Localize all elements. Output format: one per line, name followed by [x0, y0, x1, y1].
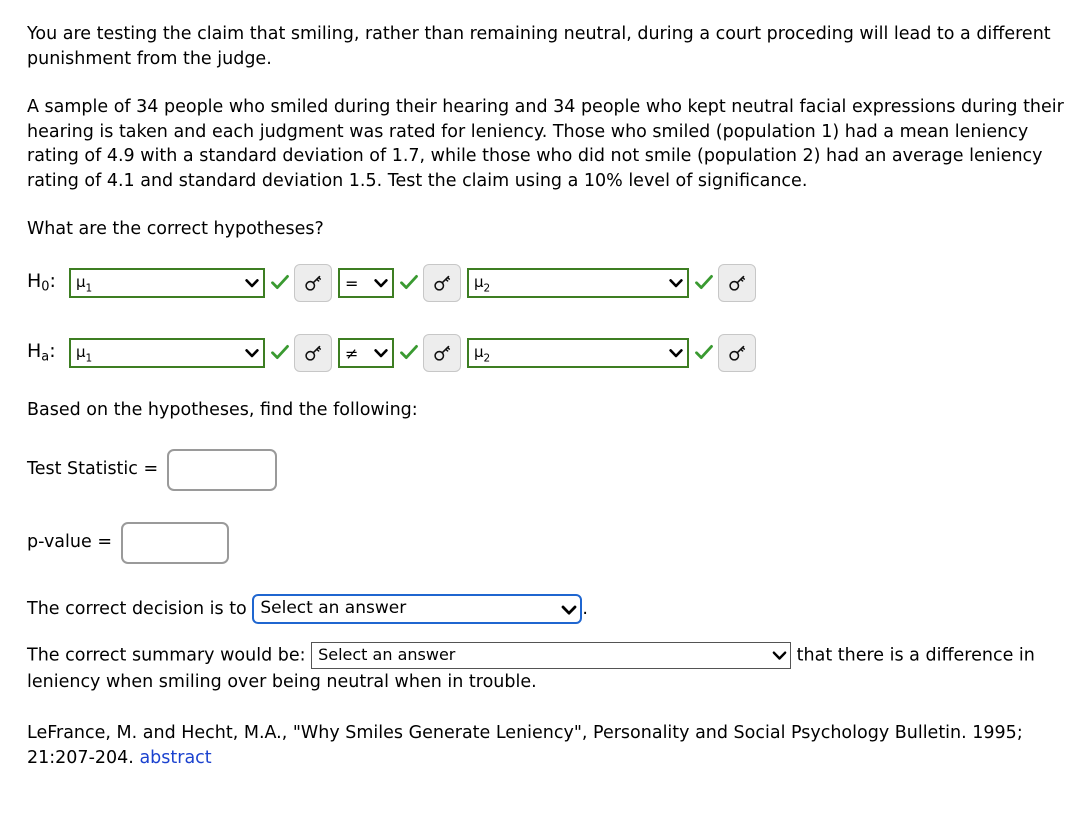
key-icon-button-6[interactable] — [718, 333, 756, 372]
key-icon — [432, 273, 452, 293]
check-icon — [269, 271, 291, 293]
key-icon-button-5[interactable] — [423, 333, 461, 372]
alt-operator-select[interactable]: ≠ — [338, 337, 394, 368]
key-icon — [432, 343, 452, 363]
check-icon — [398, 341, 420, 363]
summary-select-value: Select an answer — [318, 645, 456, 665]
key-icon — [727, 273, 747, 293]
chevron-down-icon — [374, 346, 388, 360]
alternative-hypothesis-row: Ha: μ1 ≠ μ2 — [27, 331, 1070, 375]
chevron-down-icon — [772, 648, 787, 662]
p-value-input[interactable] — [120, 521, 229, 564]
chevron-down-icon — [374, 276, 388, 290]
key-icon-button-4[interactable] — [294, 333, 332, 372]
hypotheses-prompt: What are the correct hypotheses? — [27, 219, 324, 240]
scenario-paragraph: A sample of 34 people who smiled during … — [27, 96, 1064, 192]
chevron-down-icon — [245, 276, 259, 290]
null-param1-value: μ1 — [76, 275, 93, 295]
alt-param1-value: μ1 — [76, 345, 93, 365]
p-value-label: p-value = — [27, 532, 112, 553]
null-param2-value: μ2 — [474, 275, 491, 295]
decision-select-value: Select an answer — [260, 598, 407, 619]
test-statistic-label: Test Statistic = — [27, 459, 159, 480]
key-icon-button-1[interactable] — [294, 263, 332, 302]
check-icon — [398, 271, 420, 293]
citation-line1: LeFrance, M. and Hecht, M.A., "Why Smile… — [27, 723, 967, 743]
chevron-down-icon — [245, 346, 259, 360]
summary-row: The correct summary would be: Select an … — [27, 641, 1070, 695]
intro-paragraph: You are testing the claim that smiling, … — [27, 24, 1051, 69]
test-statistic-input[interactable] — [167, 448, 278, 491]
abstract-link[interactable]: abstract — [139, 748, 211, 768]
key-icon-button-3[interactable] — [718, 263, 756, 302]
summary-prefix: The correct summary would be: — [27, 645, 306, 666]
key-icon — [303, 343, 323, 363]
null-hypothesis-row: H0: μ1 = μ2 — [27, 261, 1070, 305]
key-icon — [303, 273, 323, 293]
summary-suffix-line1: that there is a — [796, 645, 920, 666]
chevron-down-icon — [669, 346, 683, 360]
alt-param2-select[interactable]: μ2 — [467, 337, 689, 368]
key-icon — [727, 343, 747, 363]
null-operator-select[interactable]: = — [338, 267, 394, 298]
decision-row: The correct decision is to Select an ans… — [27, 593, 1070, 624]
null-param2-select[interactable]: μ2 — [467, 267, 689, 298]
check-icon — [269, 341, 291, 363]
test-statistic-row: Test Statistic = — [27, 448, 1070, 491]
summary-select[interactable]: Select an answer — [311, 641, 792, 669]
p-value-row: p-value = — [27, 521, 1070, 564]
check-icon — [693, 271, 715, 293]
decision-select[interactable]: Select an answer — [252, 593, 583, 624]
key-icon-button-2[interactable] — [423, 263, 461, 302]
alternative-hypothesis-label: Ha: — [27, 340, 56, 366]
question-page: You are testing the claim that smiling, … — [0, 0, 1086, 816]
alt-param1-select[interactable]: μ1 — [69, 337, 265, 368]
alt-param2-value: μ2 — [474, 345, 491, 365]
alt-operator-value: ≠ — [345, 345, 359, 362]
citation: LeFrance, M. and Hecht, M.A., "Why Smile… — [27, 721, 1070, 771]
find-following-prompt: Based on the hypotheses, find the follow… — [27, 399, 418, 420]
null-param1-select[interactable]: μ1 — [69, 267, 265, 298]
chevron-down-icon — [669, 276, 683, 290]
decision-prefix: The correct decision is to — [27, 598, 247, 619]
decision-suffix: . — [582, 598, 588, 619]
chevron-down-icon — [561, 602, 577, 616]
check-icon — [693, 341, 715, 363]
null-hypothesis-label: H0: — [27, 270, 56, 296]
null-operator-value: = — [345, 275, 359, 292]
